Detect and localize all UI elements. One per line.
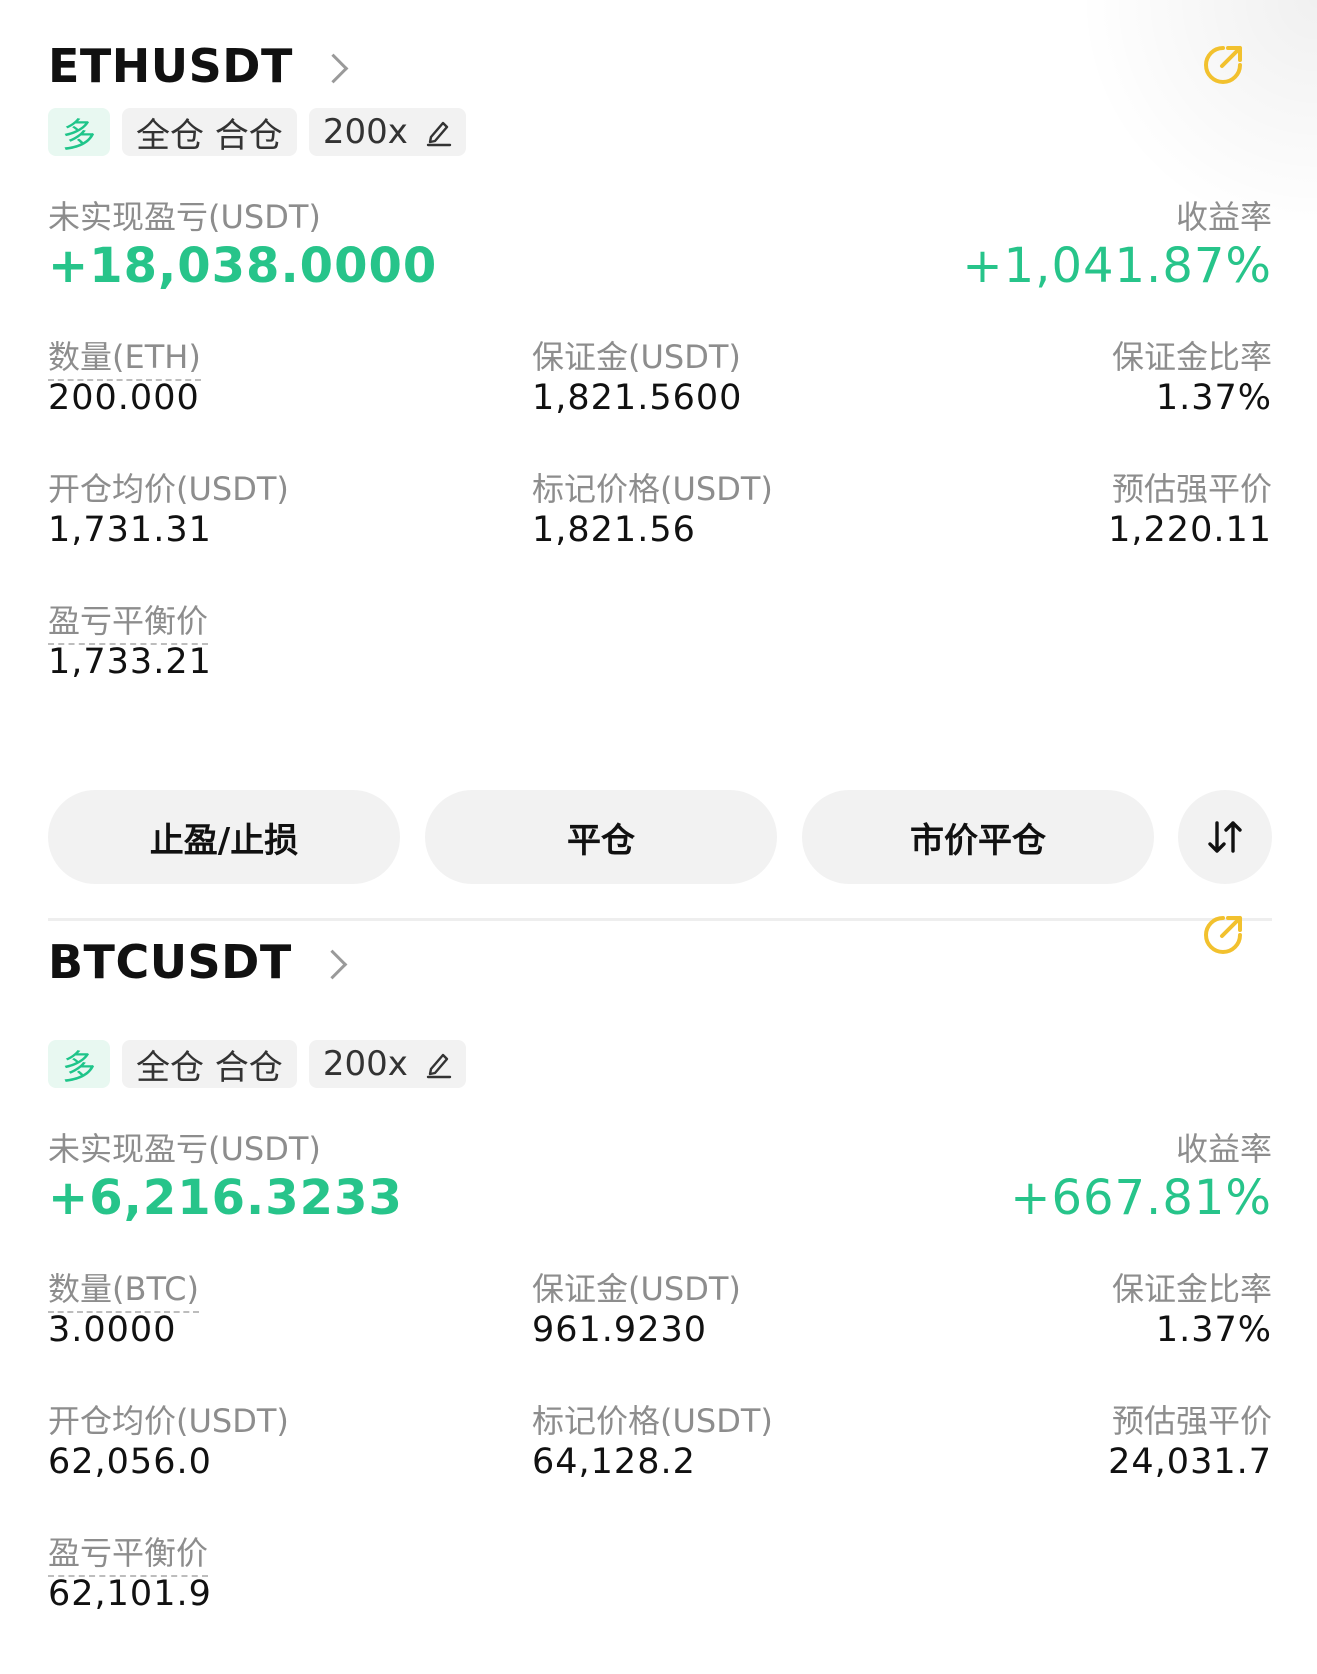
liquidation-price-label: 预估强平价 <box>1111 1402 1272 1440</box>
quantity-value: 200.000 <box>48 378 200 418</box>
position-tags: 多 全仓 合仓 200x <box>48 1040 466 1088</box>
roi-value: +667.81% <box>1010 1170 1272 1226</box>
pnl-value: +18,038.0000 <box>48 238 438 294</box>
mark-price-label: 标记价格(USDT) <box>532 470 773 508</box>
symbol-link[interactable]: ETHUSDT <box>48 36 349 96</box>
swap-arrows-icon <box>1208 821 1242 853</box>
leverage-button[interactable]: 200x <box>308 108 466 156</box>
liquidation-price-value: 1,220.11 <box>1108 510 1272 550</box>
margin-label: 保证金(USDT) <box>532 1270 741 1308</box>
margin-ratio-label: 保证金比率 <box>1111 1270 1272 1308</box>
margin-value: 1,821.5600 <box>532 378 743 418</box>
mark-price-label: 标记价格(USDT) <box>532 1402 773 1440</box>
pnl-label: 未实现盈亏(USDT) <box>48 198 321 236</box>
quantity-label[interactable]: 数量(ETH) <box>48 332 201 381</box>
entry-price-label: 开仓均价(USDT) <box>48 1402 289 1440</box>
margin-ratio-value: 1.37% <box>1155 1310 1272 1350</box>
side-badge: 多 <box>48 1040 110 1088</box>
leverage-value: 200x <box>322 112 408 152</box>
pnl-value: +6,216.3233 <box>48 1170 403 1226</box>
entry-price-value: 1,731.31 <box>48 510 212 550</box>
breakeven-price-value: 1,733.21 <box>48 642 212 682</box>
leverage-value: 200x <box>322 1044 408 1084</box>
position-actions: 止盈/止损 平仓 市价平仓 <box>48 790 1272 886</box>
side-badge: 多 <box>48 108 110 156</box>
roi-value: +1,041.87% <box>962 238 1272 294</box>
reverse-position-button[interactable] <box>1178 790 1272 884</box>
liquidation-price-label: 预估强平价 <box>1111 470 1272 508</box>
margin-ratio-value: 1.37% <box>1155 378 1272 418</box>
margin-label: 保证金(USDT) <box>532 338 741 376</box>
breakeven-price-label[interactable]: 盈亏平衡价 <box>48 596 209 645</box>
market-close-button[interactable]: 市价平仓 <box>802 790 1154 884</box>
card-divider <box>48 918 1272 921</box>
share-icon[interactable] <box>1200 42 1246 88</box>
leverage-button[interactable]: 200x <box>308 1040 466 1088</box>
close-position-button[interactable]: 平仓 <box>425 790 777 884</box>
breakeven-price-label[interactable]: 盈亏平衡价 <box>48 1528 209 1577</box>
pnl-label: 未实现盈亏(USDT) <box>48 1130 321 1168</box>
share-icon[interactable] <box>1200 912 1246 958</box>
pencil-icon <box>426 121 452 147</box>
quantity-label[interactable]: 数量(BTC) <box>48 1264 199 1313</box>
roi-label: 收益率 <box>1175 1130 1272 1168</box>
symbol-name: BTCUSDT <box>48 935 292 989</box>
pencil-icon <box>426 1053 452 1079</box>
quantity-value: 3.0000 <box>48 1310 177 1350</box>
breakeven-price-value: 62,101.9 <box>48 1574 212 1614</box>
symbol-name: ETHUSDT <box>48 39 293 93</box>
roi-label: 收益率 <box>1175 198 1272 236</box>
entry-price-value: 62,056.0 <box>48 1442 212 1482</box>
chevron-right-icon <box>317 949 348 979</box>
position-tags: 多 全仓 合仓 200x <box>48 108 466 156</box>
liquidation-price-value: 24,031.7 <box>1108 1442 1272 1482</box>
symbol-link[interactable]: BTCUSDT <box>48 932 348 992</box>
entry-price-label: 开仓均价(USDT) <box>48 470 289 508</box>
tpsl-button[interactable]: 止盈/止损 <box>48 790 400 884</box>
chevron-right-icon <box>318 53 349 83</box>
top-right-shade <box>1057 0 1317 220</box>
margin-value: 961.9230 <box>532 1310 708 1350</box>
margin-mode-badge: 全仓 合仓 <box>122 108 297 156</box>
margin-ratio-label: 保证金比率 <box>1111 338 1272 376</box>
mark-price-value: 64,128.2 <box>532 1442 696 1482</box>
margin-mode-badge: 全仓 合仓 <box>122 1040 297 1088</box>
mark-price-value: 1,821.56 <box>532 510 696 550</box>
